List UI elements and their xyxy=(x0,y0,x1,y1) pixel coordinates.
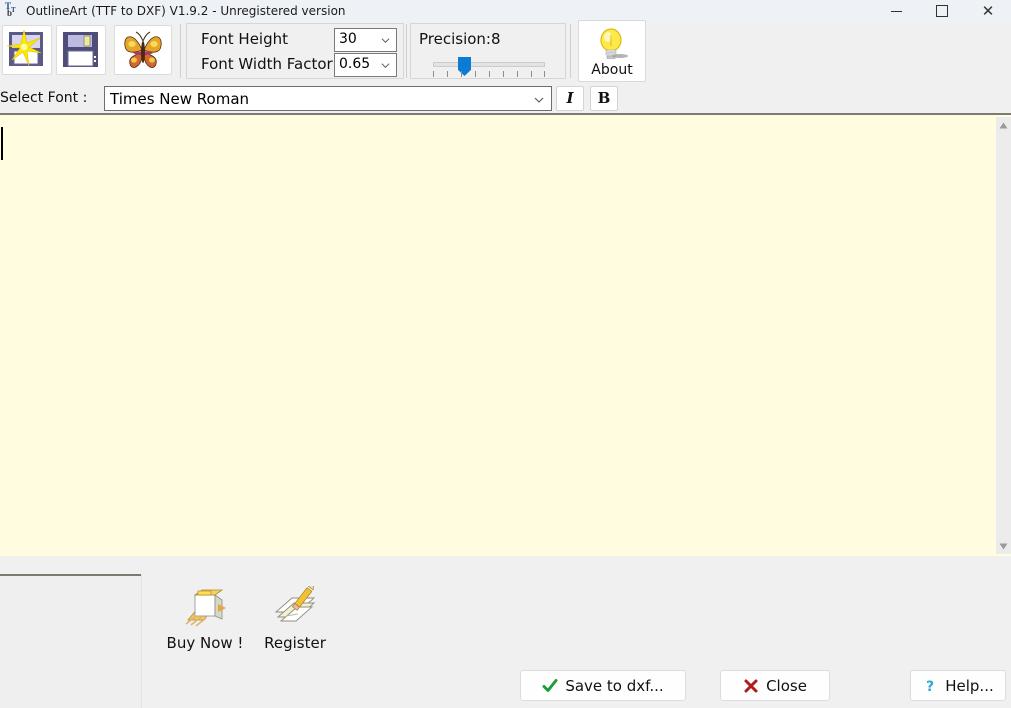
toolbar-separator-2 xyxy=(406,24,407,78)
font-height-label: Font Height xyxy=(201,30,289,48)
font-metrics-panel: Font Height Font Width Factor 30 0.65 xyxy=(186,23,404,79)
bold-label: B xyxy=(597,89,611,107)
butterfly-button[interactable] xyxy=(114,25,172,75)
text-editor-panel xyxy=(0,113,1011,689)
help-label: Help... xyxy=(945,676,994,695)
register-label: Register xyxy=(264,634,326,652)
selected-font-value: Times New Roman xyxy=(110,90,250,108)
font-select-row: Select Font : Times New Roman I B xyxy=(0,84,1011,113)
check-icon xyxy=(542,678,558,692)
about-button[interactable]: About xyxy=(578,20,646,82)
question-icon: ? xyxy=(926,679,934,694)
buy-now-label: Buy Now ! xyxy=(166,634,244,652)
text-input-area[interactable] xyxy=(0,117,996,554)
scroll-up-button[interactable] xyxy=(996,117,1011,133)
bold-toggle-button[interactable]: B xyxy=(590,86,618,111)
close-button[interactable]: ✕ xyxy=(965,0,1011,22)
chevron-down-icon xyxy=(381,61,390,70)
title-bar: TT b OutlineArt (TTF to DXF) V1.9.2 - Un… xyxy=(0,0,1011,22)
font-height-combobox[interactable]: 30 xyxy=(334,28,397,52)
save-to-dxf-button[interactable]: Save to dxf... xyxy=(520,670,686,701)
precision-label: Precision:8 xyxy=(419,30,501,48)
outlineart-window: TT b OutlineArt (TTF to DXF) V1.9.2 - Un… xyxy=(0,0,1011,708)
bottom-left-pane xyxy=(0,574,141,708)
help-button[interactable]: ? Help... xyxy=(910,670,1006,701)
save-to-dxf-label: Save to dxf... xyxy=(565,676,664,695)
precision-panel: Precision:8 xyxy=(410,23,566,79)
font-width-factor-value: 0.65 xyxy=(339,56,371,72)
font-width-factor-label: Font Width Factor xyxy=(201,55,333,73)
caret-down-icon xyxy=(999,543,1008,549)
precision-slider-track[interactable] xyxy=(433,62,545,67)
svg-text:?: ? xyxy=(926,679,934,694)
maximize-icon xyxy=(936,5,948,17)
minimize-button[interactable] xyxy=(873,0,919,22)
ttf-document-icon: TT b xyxy=(5,1,16,18)
new-file-icon xyxy=(6,29,43,67)
toolbar-separator-1 xyxy=(180,24,181,78)
font-select-combobox[interactable]: Times New Roman xyxy=(104,86,552,111)
chevron-down-icon xyxy=(534,95,544,105)
maximize-button[interactable] xyxy=(919,0,965,22)
buy-now-icon xyxy=(182,586,228,628)
register-pencil-icon xyxy=(272,583,318,628)
minimize-icon xyxy=(890,10,902,12)
register-button[interactable]: Register xyxy=(250,583,340,658)
font-height-value: 30 xyxy=(339,31,357,47)
select-font-label: Select Font : xyxy=(0,90,88,106)
lightbulb-icon xyxy=(600,28,628,59)
italic-toggle-button[interactable]: I xyxy=(556,86,584,111)
precision-slider-ticks xyxy=(433,71,545,78)
bottom-right-pane: Buy Now ! Register Save to dxf... Close … xyxy=(141,574,1011,708)
window-controls: ✕ xyxy=(873,0,1011,22)
buy-now-button[interactable]: Buy Now ! xyxy=(160,586,250,658)
bottom-panel: Buy Now ! Register Save to dxf... Close … xyxy=(0,574,1011,708)
main-toolbar: Font Height Font Width Factor 30 0.65 Pr… xyxy=(0,20,1011,82)
scroll-down-button[interactable] xyxy=(996,538,1011,554)
text-caret xyxy=(1,127,3,160)
butterfly-icon xyxy=(124,31,162,68)
toolbar-separator-3 xyxy=(570,24,571,78)
save-floppy-icon xyxy=(63,32,98,67)
close-icon: ✕ xyxy=(981,1,995,20)
save-file-button[interactable] xyxy=(56,25,106,75)
new-file-button[interactable] xyxy=(2,25,52,75)
close-dialog-label: Close xyxy=(766,676,807,695)
font-width-factor-combobox[interactable]: 0.65 xyxy=(334,53,397,77)
vertical-scrollbar[interactable] xyxy=(996,117,1011,554)
about-label: About xyxy=(591,62,633,78)
italic-label: I xyxy=(566,89,574,107)
caret-up-icon xyxy=(999,122,1008,128)
precision-slider[interactable] xyxy=(417,57,561,79)
window-title: OutlineArt (TTF to DXF) V1.9.2 - Unregis… xyxy=(26,4,346,18)
chevron-down-icon xyxy=(381,36,390,45)
cross-icon xyxy=(744,679,758,692)
close-dialog-button[interactable]: Close xyxy=(720,670,830,701)
